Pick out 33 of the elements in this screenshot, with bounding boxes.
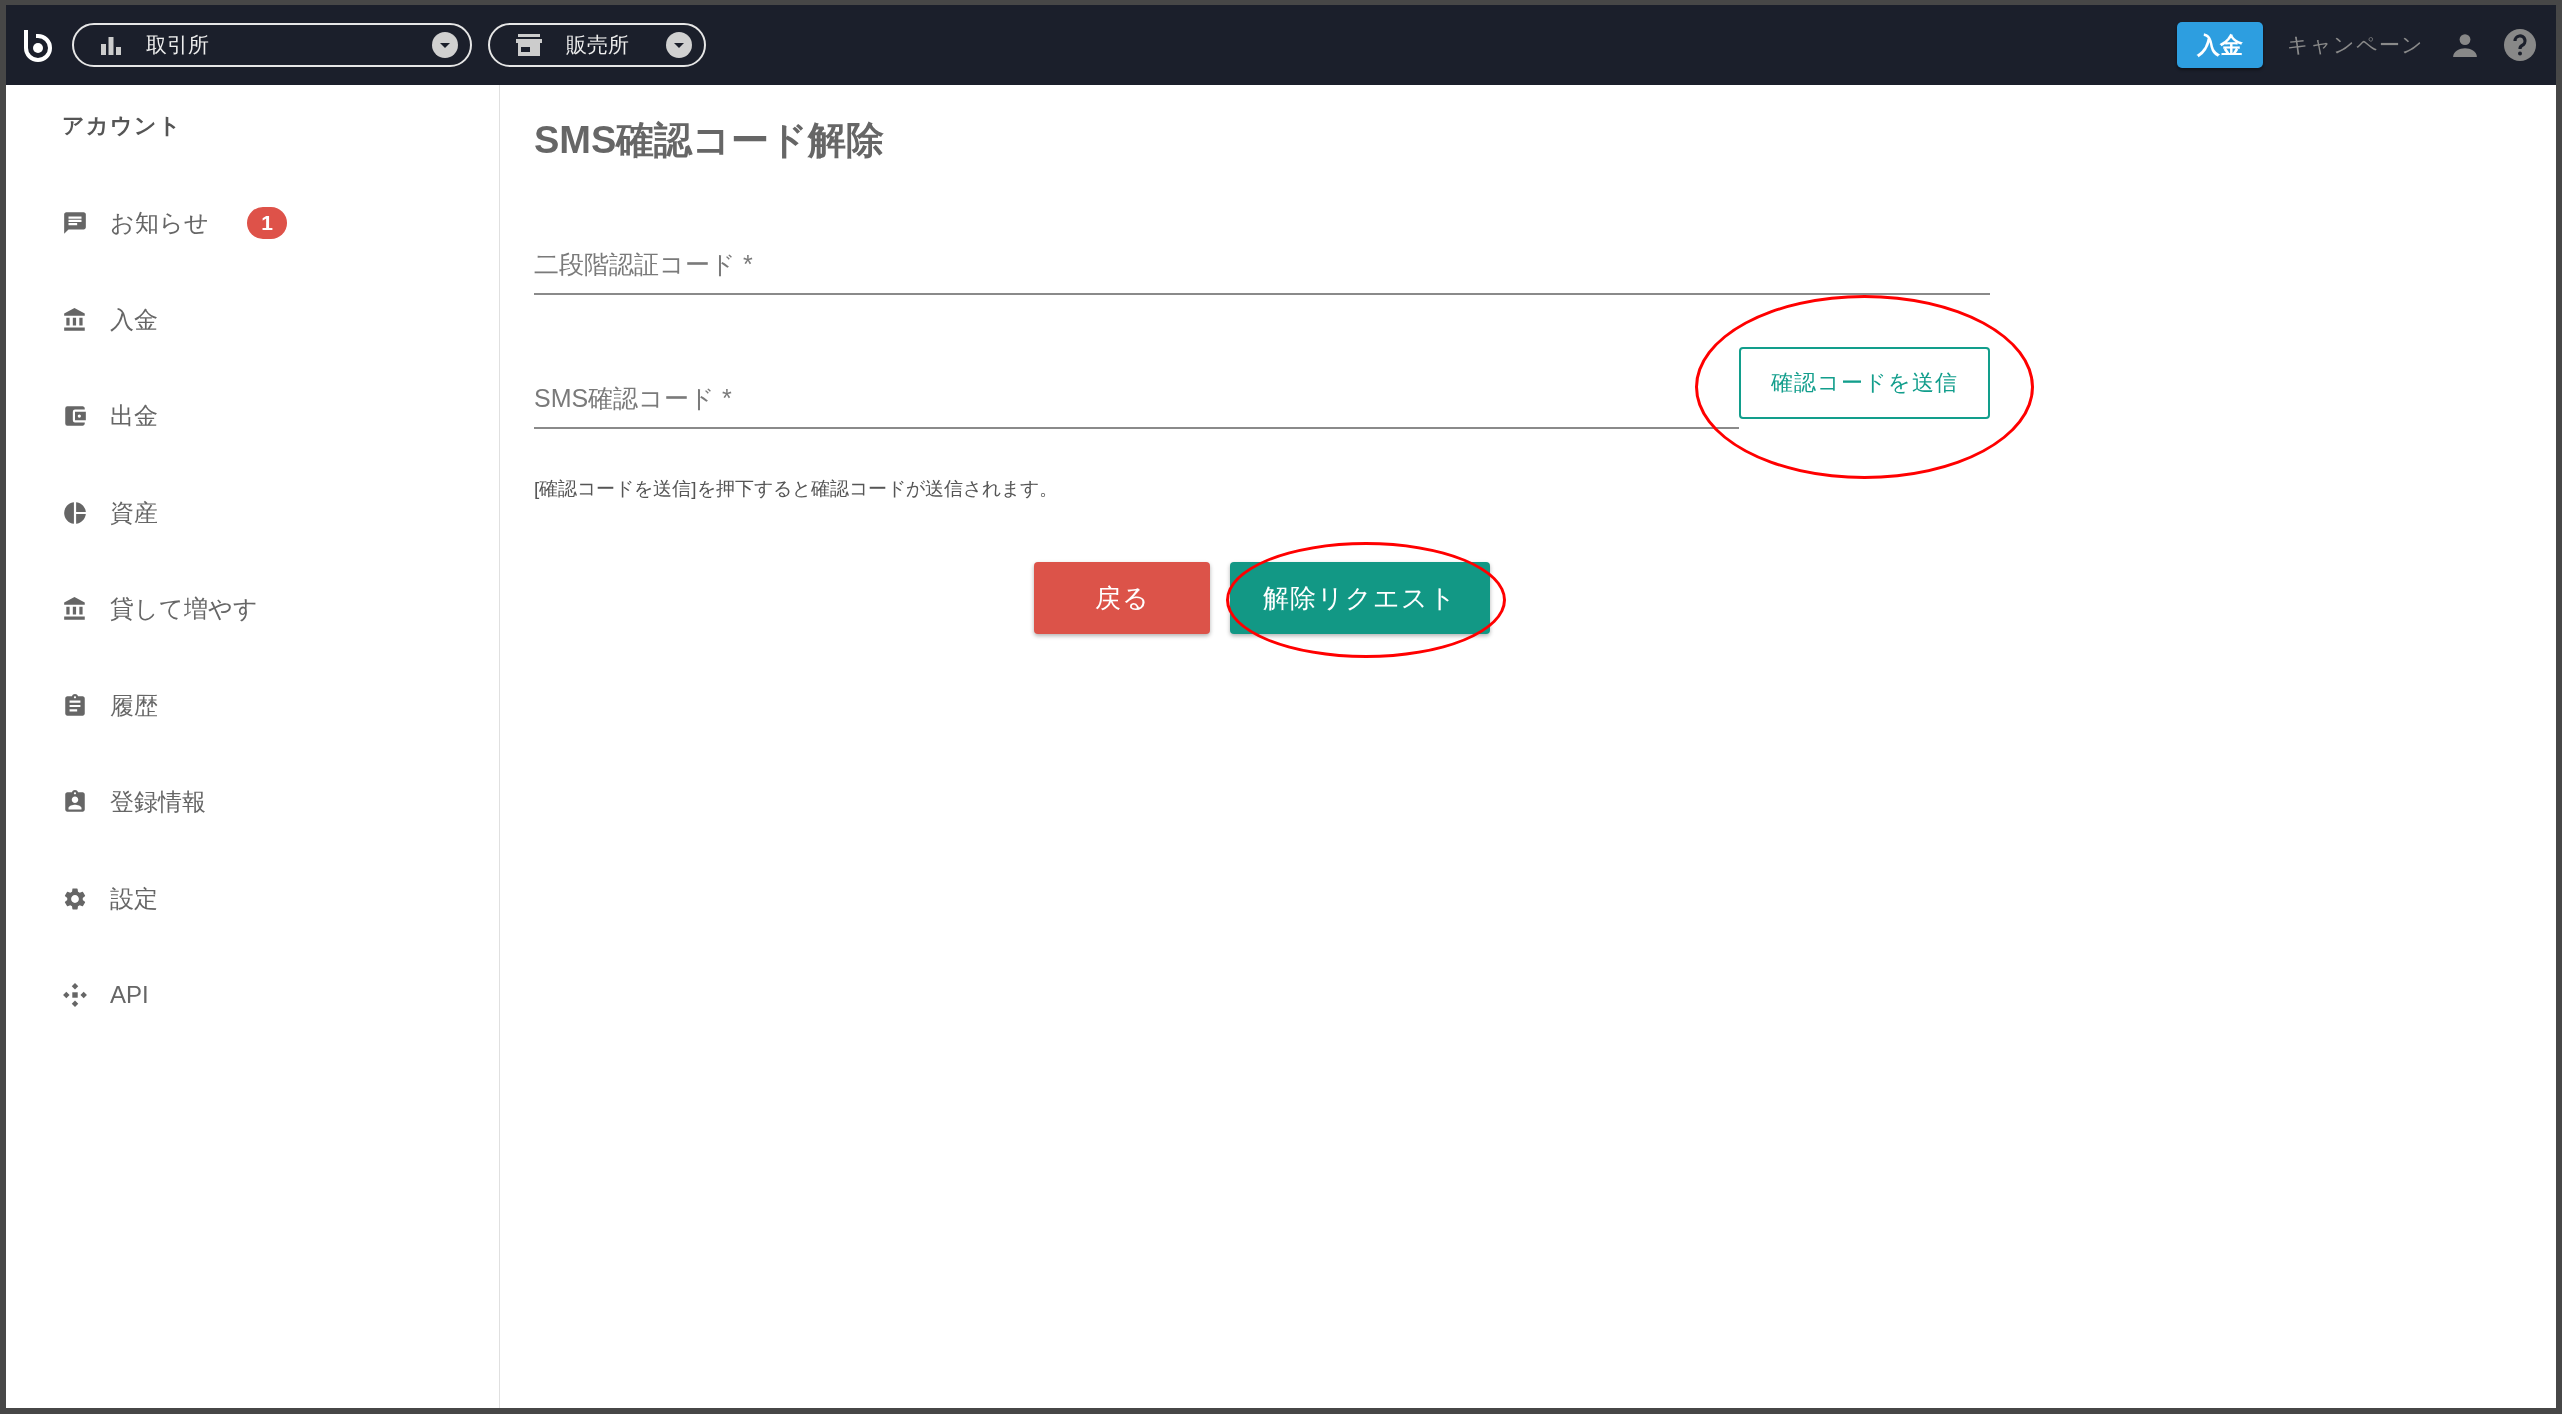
request-button[interactable]: 解除リクエスト <box>1230 562 1490 634</box>
input-field[interactable]: 二段階認証コード * <box>534 236 1990 295</box>
bank-icon <box>62 596 88 623</box>
campaign-link[interactable]: キャンペーン <box>2287 31 2424 59</box>
market-selector[interactable]: 販売所 <box>488 23 706 67</box>
sidebar-item[interactable]: 出金 <box>110 400 158 433</box>
api-icon <box>62 982 88 1009</box>
dropdown-icon <box>666 32 692 58</box>
sidebar-item[interactable]: 入金 <box>110 303 158 336</box>
pie-chart-icon <box>62 499 88 526</box>
sidebar-item[interactable]: 設定 <box>110 882 158 915</box>
clipboard-icon <box>62 692 88 719</box>
sidebar-item[interactable]: 登録情報 <box>110 786 206 819</box>
deposit-button[interactable]: 入金 <box>2177 22 2263 68</box>
market-selector[interactable]: 取引所 <box>72 23 472 67</box>
dropdown-icon <box>432 32 458 58</box>
hint-text: [確認コードを送信]を押下すると確認コードが送信されます。 <box>534 477 1058 501</box>
input-field[interactable]: SMS確認コード * <box>534 370 1739 429</box>
bar-chart-icon <box>100 35 122 55</box>
back-button[interactable]: 戻る <box>1034 562 1210 634</box>
sidebar-item[interactable]: 貸して増やす <box>110 593 258 626</box>
help-icon[interactable] <box>2504 29 2536 61</box>
count-badge: 1 <box>247 207 287 240</box>
user-icon[interactable] <box>2452 32 2478 58</box>
sidebar-item[interactable]: API <box>110 981 149 1010</box>
sidebar-item[interactable]: お知らせ <box>110 207 209 240</box>
sidebar-item[interactable]: 資産 <box>110 496 158 529</box>
page-title: SMS確認コード解除 <box>534 118 885 163</box>
sidebar-item[interactable]: 履歴 <box>110 689 158 722</box>
send-code-button[interactable]: 確認コードを送信 <box>1739 347 1990 419</box>
bank-icon <box>62 306 88 333</box>
store-icon <box>516 34 542 56</box>
sidebar-heading: アカウント <box>62 112 182 140</box>
